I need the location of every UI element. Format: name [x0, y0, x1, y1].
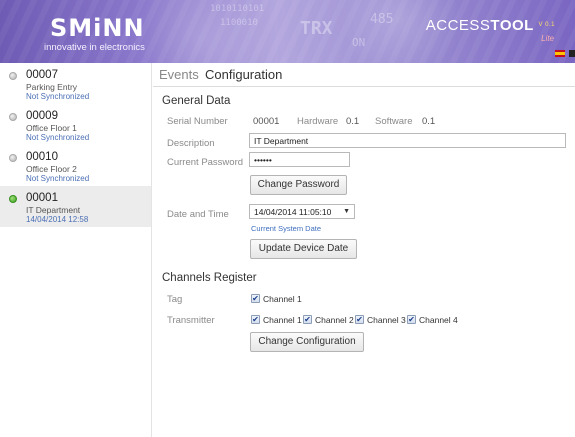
tag-channel-1-label: Channel 1: [263, 294, 302, 304]
sminn-logo: SMiNN: [50, 14, 145, 42]
serial-number-value: 00001: [253, 116, 280, 127]
product-name-prefix: ACCESS: [425, 17, 491, 34]
device-list: 00007 Parking Entry Not Synchronized 000…: [0, 63, 152, 437]
device-item-00007[interactable]: 00007 Parking Entry Not Synchronized: [0, 63, 151, 104]
product-version: V 0.1: [538, 22, 555, 28]
transmitter-channel-4-checkbox[interactable]: ✔: [407, 315, 416, 324]
transmitter-channel-4-label: Channel 4: [419, 315, 458, 325]
tag-channel-1-checkbox[interactable]: ✔: [251, 294, 260, 303]
device-item-00009[interactable]: 00009 Office Floor 1 Not Synchronized: [0, 104, 151, 145]
tab-configuration[interactable]: Configuration: [205, 67, 282, 82]
header-deco-binary-1: 1010110101: [210, 4, 265, 14]
hardware-value: 0.1: [346, 116, 360, 127]
current-system-date-link[interactable]: Current System Date: [251, 224, 321, 233]
serial-number-label: Serial Number: [167, 116, 228, 127]
device-sync-status: Not Synchronized: [26, 174, 90, 183]
transmitter-channel-2-label: Channel 2: [315, 315, 354, 325]
current-password-label: Current Password: [167, 157, 244, 168]
spanish-flag-icon[interactable]: [555, 50, 565, 57]
device-id: 00009: [26, 110, 58, 122]
device-id: 00007: [26, 69, 58, 81]
device-name: Office Floor 2: [26, 164, 77, 174]
product-name: ACCESSTOOL V 0.1: [426, 17, 555, 34]
device-id: 00010: [26, 151, 58, 163]
status-dot-icon: [9, 154, 17, 162]
status-dot-icon: [9, 195, 17, 203]
device-sync-status: Not Synchronized: [26, 92, 90, 101]
change-configuration-button[interactable]: Change Configuration: [250, 332, 364, 352]
header-deco-binary-2: 1100010: [220, 18, 258, 28]
date-time-select[interactable]: 14/04/2014 11:05:10 ▼: [249, 204, 355, 219]
device-sync-status: Not Synchronized: [26, 133, 90, 142]
change-password-button[interactable]: Change Password: [250, 175, 347, 195]
device-item-00010[interactable]: 00010 Office Floor 2 Not Synchronized: [0, 145, 151, 186]
update-device-date-button[interactable]: Update Device Date: [250, 239, 357, 259]
transmitter-channel-3-label: Channel 3: [367, 315, 406, 325]
device-item-00001[interactable]: 00001 IT Department 14/04/2014 12:58: [0, 186, 151, 227]
product-edition: Lite: [541, 34, 554, 43]
tab-events[interactable]: Events: [159, 67, 199, 82]
hardware-label: Hardware: [297, 116, 339, 127]
product-name-suffix: TOOL: [490, 17, 534, 34]
channels-register-title: Channels Register: [162, 272, 257, 284]
date-time-value: 14/04/2014 11:05:10: [254, 206, 332, 217]
app-header: 1010110101 TRX 485 ON 1100010 SMiNN inno…: [0, 0, 575, 63]
device-name: IT Department: [26, 205, 81, 215]
language-flag-icon[interactable]: [569, 50, 575, 57]
description-label: Description: [167, 138, 215, 149]
header-tagline: innovative in electronics: [44, 42, 145, 53]
current-password-field[interactable]: ••••••: [249, 152, 350, 167]
device-sync-status: 14/04/2014 12:58: [26, 215, 89, 224]
tab-bar: Events Configuration: [153, 63, 575, 87]
device-name: Parking Entry: [26, 82, 78, 92]
header-deco-trx: TRX: [300, 18, 333, 39]
general-data-title: General Data: [162, 95, 231, 107]
chevron-down-icon: ▼: [343, 207, 350, 215]
header-deco-on: ON: [352, 36, 366, 49]
description-field[interactable]: IT Department: [249, 133, 566, 148]
transmitter-channel-1-label: Channel 1: [263, 315, 302, 325]
tag-label: Tag: [167, 294, 183, 305]
status-dot-icon: [9, 72, 17, 80]
status-dot-icon: [9, 113, 17, 121]
transmitter-label: Transmitter: [167, 315, 215, 326]
transmitter-channel-2-checkbox[interactable]: ✔: [303, 315, 312, 324]
date-time-label: Date and Time: [167, 209, 229, 220]
main-panel: Events Configuration General Data Serial…: [153, 63, 575, 437]
transmitter-channel-3-checkbox[interactable]: ✔: [355, 315, 364, 324]
header-deco-485: 485: [370, 12, 394, 27]
software-label: Software: [375, 116, 413, 127]
software-value: 0.1: [422, 116, 436, 127]
transmitter-channel-1-checkbox[interactable]: ✔: [251, 315, 260, 324]
device-name: Office Floor 1: [26, 123, 77, 133]
device-id: 00001: [26, 192, 58, 204]
